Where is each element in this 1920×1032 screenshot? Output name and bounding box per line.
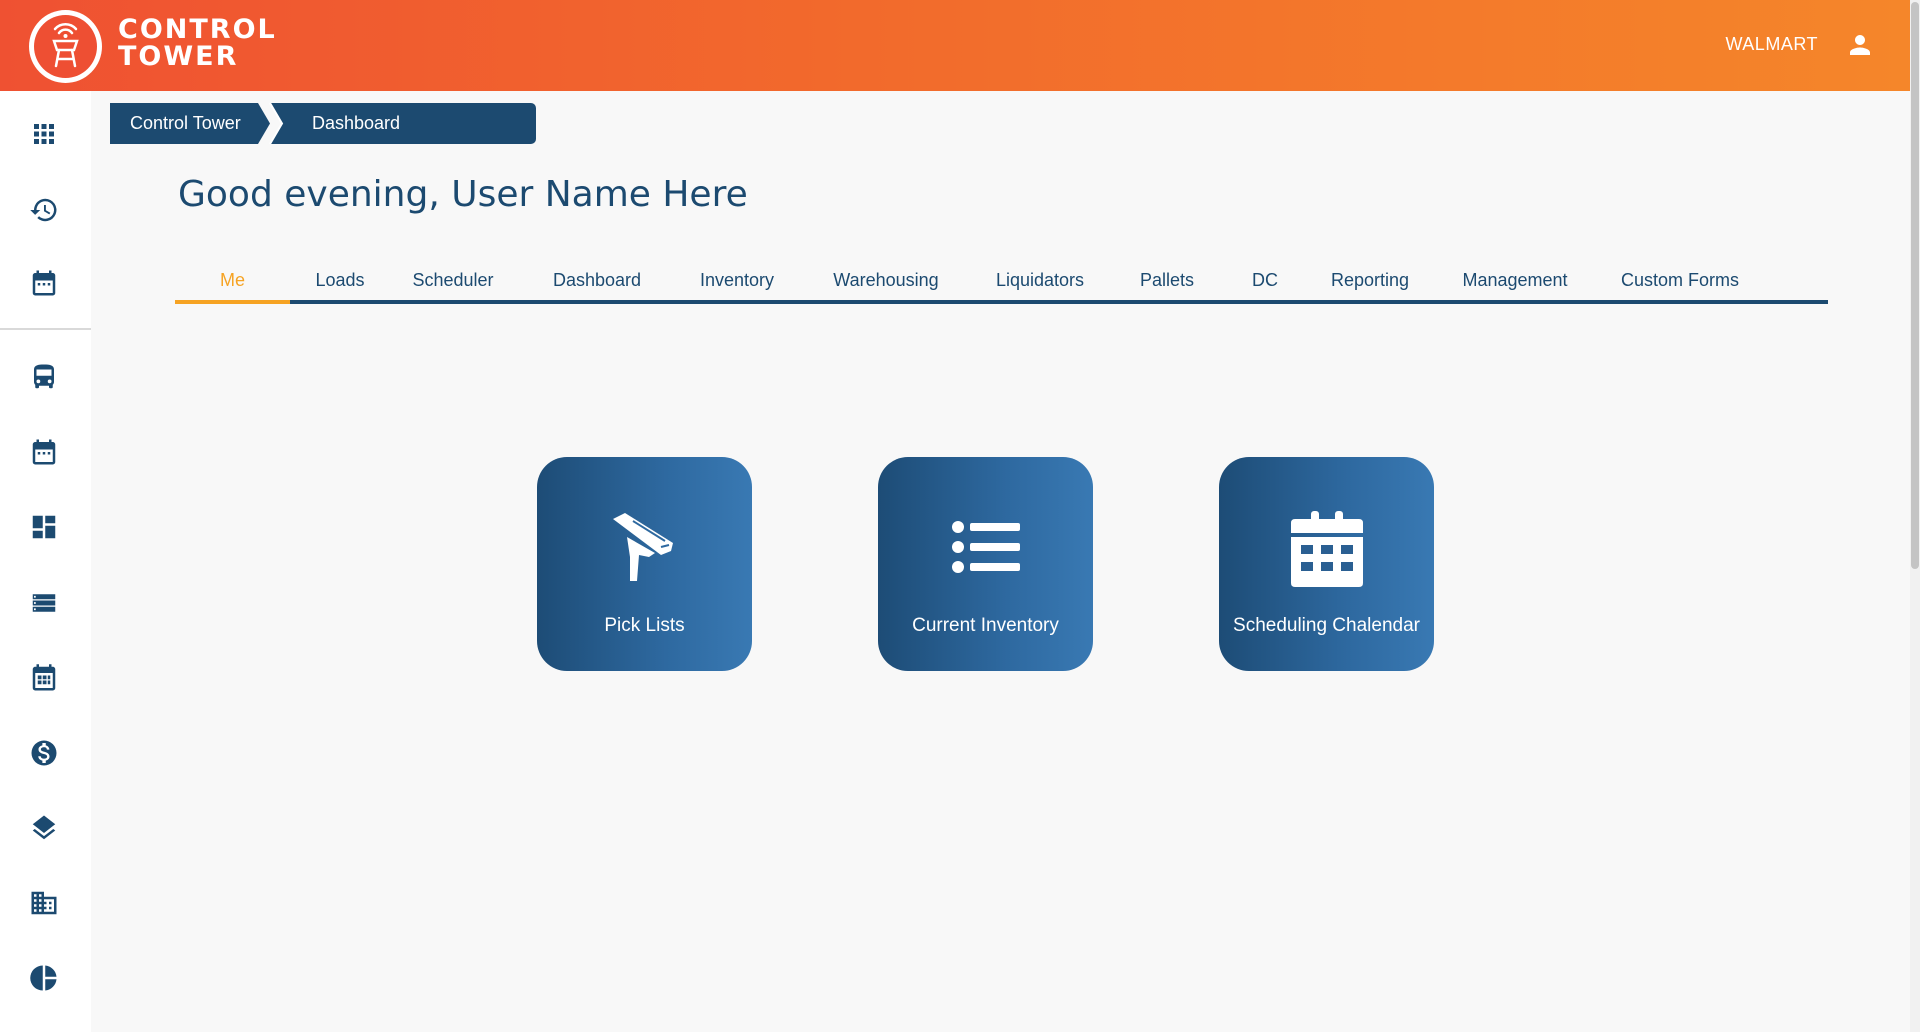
calendar-alt-icon[interactable] <box>29 437 59 467</box>
tile-label: Scheduling Chalendar <box>1233 615 1420 636</box>
scrollbar-thumb[interactable] <box>1911 2 1919 569</box>
tab-custom-forms[interactable]: Custom Forms <box>1605 262 1755 300</box>
sidebar <box>0 91 91 1032</box>
tab-bar: Me Loads Scheduler Dashboard Inventory W… <box>175 262 1828 304</box>
tower-icon <box>34 15 97 78</box>
client-name: WALMART <box>1725 34 1818 54</box>
logo-line-2: TOWER <box>118 41 239 72</box>
current-inventory-tile[interactable]: Current Inventory <box>878 457 1093 671</box>
calendar-grid-icon[interactable] <box>29 663 59 693</box>
tab-warehousing[interactable]: Warehousing <box>811 262 961 300</box>
tab-liquidators[interactable]: Liquidators <box>970 262 1110 300</box>
control-tower-logo[interactable] <box>29 10 102 83</box>
scrollbar[interactable] <box>1910 0 1920 1032</box>
dashboard-icon[interactable] <box>29 512 59 542</box>
tile-label: Pick Lists <box>604 615 685 636</box>
pick-lists-tile[interactable]: Pick Lists <box>537 457 752 671</box>
calendar-icon <box>1285 507 1369 591</box>
tab-me[interactable]: Me <box>175 262 290 300</box>
logo-wordmark: CONTROL TOWER <box>118 16 277 70</box>
tile-label: Current Inventory <box>912 615 1059 636</box>
list-icon <box>944 507 1028 591</box>
layers-icon[interactable] <box>29 813 59 843</box>
user-account-icon[interactable] <box>1845 30 1875 60</box>
sidebar-divider <box>0 328 91 330</box>
tab-loads[interactable]: Loads <box>290 262 390 300</box>
active-tab-indicator <box>175 300 290 304</box>
tab-management[interactable]: Management <box>1445 262 1585 300</box>
tab-reporting[interactable]: Reporting <box>1310 262 1430 300</box>
scanner-icon <box>603 507 687 591</box>
breadcrumb-dashboard[interactable]: Dashboard <box>270 103 536 144</box>
history-icon[interactable] <box>29 195 59 225</box>
tab-scheduler[interactable]: Scheduler <box>393 262 513 300</box>
logo-line-1: CONTROL <box>118 14 277 45</box>
pie-chart-icon[interactable] <box>29 963 59 993</box>
breadcrumb-chevron-icon <box>269 103 284 144</box>
scheduling-calendar-tile[interactable]: Scheduling Chalendar <box>1219 457 1434 671</box>
page-greeting: Good evening, User Name Here <box>178 174 748 215</box>
tab-pallets[interactable]: Pallets <box>1117 262 1217 300</box>
tab-dc[interactable]: DC <box>1225 262 1305 300</box>
list-icon[interactable] <box>29 588 59 618</box>
apps-grid-icon[interactable] <box>29 119 59 149</box>
building-icon[interactable] <box>29 888 59 918</box>
tab-inventory[interactable]: Inventory <box>677 262 797 300</box>
breadcrumb-control-tower[interactable]: Control Tower <box>110 103 270 144</box>
top-bar: CONTROL TOWER WALMART <box>0 0 1910 91</box>
dollar-icon[interactable] <box>29 738 59 768</box>
bus-icon[interactable] <box>29 362 59 392</box>
calendar-icon[interactable] <box>29 268 59 298</box>
tab-dashboard[interactable]: Dashboard <box>533 262 661 300</box>
